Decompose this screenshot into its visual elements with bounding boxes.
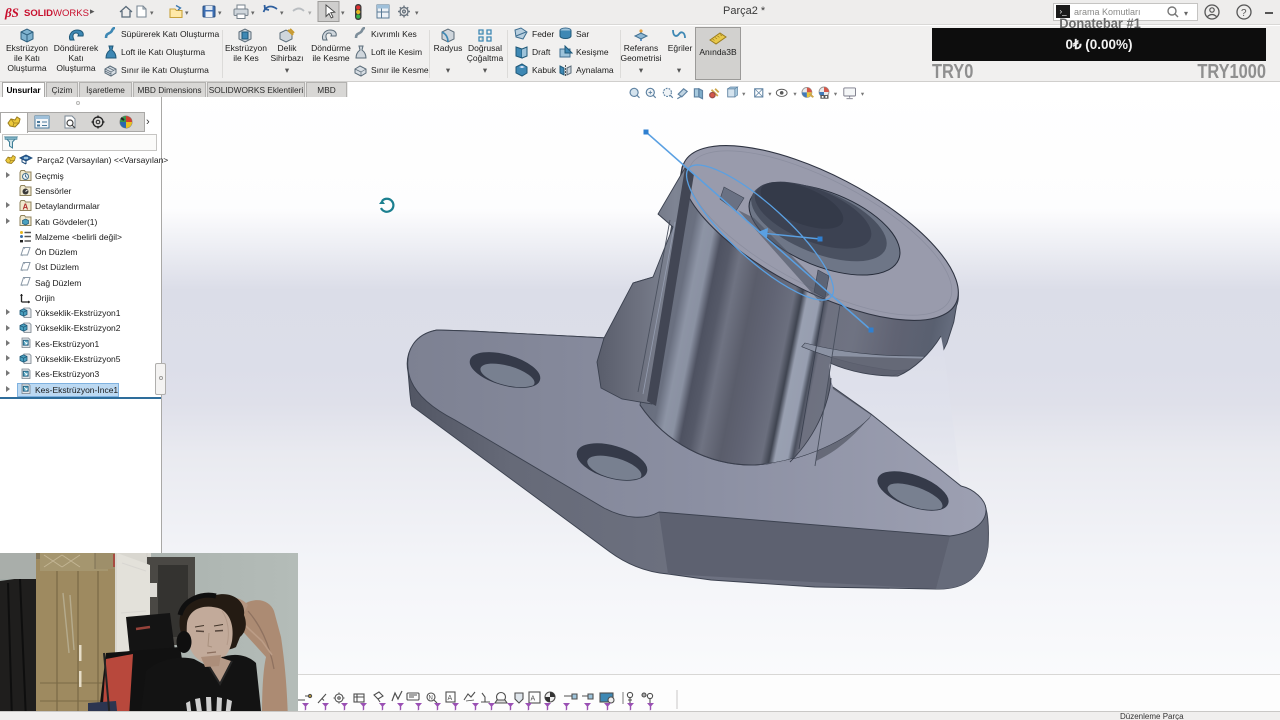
svg-text:▾: ▾ [150, 10, 154, 17]
svg-text:?: ? [1241, 8, 1247, 19]
svg-text:SOLIDWORKS: SOLIDWORKS [24, 8, 89, 19]
svg-text:▾: ▾ [251, 10, 255, 17]
svg-text:▾: ▾ [793, 91, 796, 98]
svg-text:A: A [531, 696, 536, 703]
svg-text:▾: ▾ [280, 10, 284, 17]
svg-text:βS: βS [4, 5, 19, 20]
svg-text:A: A [448, 695, 453, 702]
svg-text:▾: ▾ [834, 91, 837, 98]
svg-text:▾: ▾ [742, 91, 745, 98]
svg-text:▾: ▾ [185, 10, 189, 17]
svg-text:▾: ▾ [218, 10, 222, 17]
svg-text:▾: ▾ [415, 10, 419, 17]
svg-text:N: N [429, 696, 433, 702]
svg-text:▾: ▾ [341, 10, 345, 17]
svg-text:A: A [23, 203, 29, 212]
svg-text:▾: ▾ [861, 91, 864, 98]
svg-text:▾: ▾ [308, 10, 312, 17]
svg-text:▾: ▾ [768, 91, 771, 98]
